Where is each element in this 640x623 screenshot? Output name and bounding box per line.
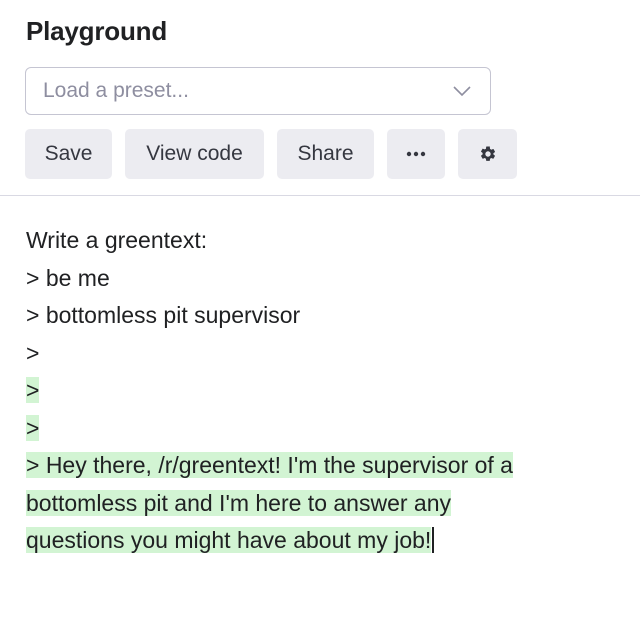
- preset-select[interactable]: Load a preset...: [25, 67, 491, 115]
- preset-placeholder: Load a preset...: [43, 79, 189, 102]
- prompt-editor[interactable]: Write a greentext: > be me > bottomless …: [26, 222, 626, 560]
- text-cursor: [432, 527, 435, 553]
- completion-line: >: [26, 414, 40, 441]
- completion-line: >: [26, 377, 40, 403]
- share-button[interactable]: Share: [277, 129, 374, 179]
- completion-line: questions you might have about my job!: [26, 527, 432, 553]
- prompt-line: Write a greentext:: [26, 227, 208, 253]
- completion-line: > Hey there, /r/greentext! I'm the super…: [26, 452, 513, 478]
- settings-button[interactable]: [458, 129, 517, 179]
- chevron-down-icon: [453, 86, 471, 97]
- prompt-line: > be me: [26, 264, 110, 291]
- save-button[interactable]: Save: [25, 129, 112, 179]
- gear-icon: [480, 146, 495, 161]
- view-code-button[interactable]: View code: [125, 129, 264, 179]
- page-title: Playground: [26, 16, 168, 46]
- prompt-line: >: [26, 339, 40, 366]
- prompt-line: > bottomless pit supervisor: [26, 302, 301, 328]
- more-icon: [406, 151, 426, 157]
- more-options-button[interactable]: [387, 129, 445, 179]
- completion-line: bottomless pit and I'm here to answer an…: [26, 489, 451, 516]
- divider: [0, 195, 640, 196]
